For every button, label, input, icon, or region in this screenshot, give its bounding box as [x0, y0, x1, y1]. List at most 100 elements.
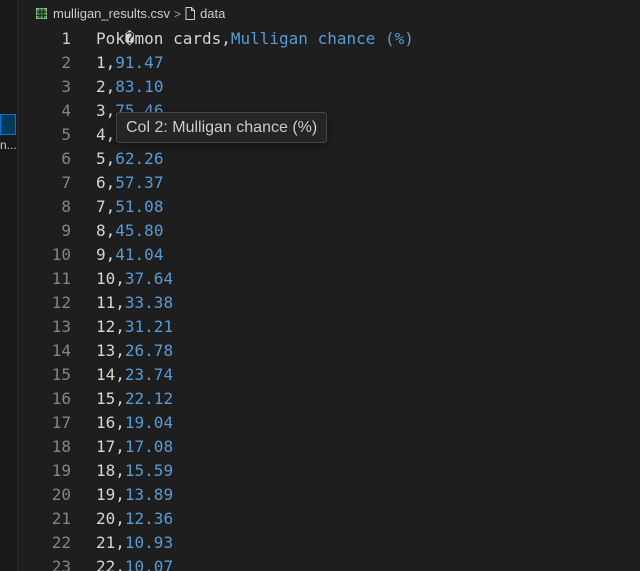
line-number: 13: [51, 316, 71, 336]
code-line[interactable]: 13 12,31.21: [18, 314, 640, 338]
code-line[interactable]: 2 1,91.47: [18, 50, 640, 74]
line-content[interactable]: 15,22.12: [96, 389, 173, 408]
csv-separator: ,: [115, 556, 125, 571]
line-content[interactable]: 5,62.26: [96, 149, 163, 168]
csv-column-2: 26.78: [124, 340, 174, 360]
csv-column-2: Mulligan chance (%): [230, 28, 414, 48]
code-line[interactable]: 19 18,15.59: [18, 458, 640, 482]
csv-column-1: 18: [96, 460, 116, 480]
csv-column-2: 45.80: [115, 220, 164, 240]
csv-column-1: 13: [96, 340, 116, 360]
editor-window: n... mulligan_results.csv > data 1 Pok�mo…: [0, 0, 640, 571]
line-content[interactable]: 11,33.38: [96, 293, 173, 312]
csv-separator: ,: [105, 196, 116, 216]
line-number: 4: [61, 100, 71, 120]
line-number: 15: [51, 364, 71, 384]
code-line[interactable]: 20 19,13.89: [18, 482, 640, 506]
code-line[interactable]: 16 15,22.12: [18, 386, 640, 410]
document-icon: [185, 7, 196, 20]
line-content[interactable]: 16,19.04: [96, 413, 173, 432]
csv-file-icon: [36, 8, 47, 19]
code-line[interactable]: 12 11,33.38: [18, 290, 640, 314]
code-line[interactable]: 21 20,12.36: [18, 506, 640, 530]
line-number: 6: [61, 148, 71, 168]
line-content[interactable]: 10,37.64: [96, 269, 173, 288]
code-line[interactable]: 14 13,26.78: [18, 338, 640, 362]
code-line[interactable]: 3 2,83.10: [18, 74, 640, 98]
csv-separator: ,: [221, 28, 231, 48]
csv-column-1: 4: [96, 124, 106, 144]
csv-separator: ,: [115, 412, 125, 432]
line-number: 14: [51, 340, 71, 360]
csv-separator: ,: [115, 532, 125, 552]
line-content[interactable]: 8,45.80: [96, 221, 163, 240]
line-content[interactable]: 2,83.10: [96, 77, 163, 96]
code-line[interactable]: 18 17,17.08: [18, 434, 640, 458]
csv-column-1: 2: [96, 76, 106, 96]
csv-column-1: 15: [96, 388, 116, 408]
csv-column-1: Pok�mon cards: [96, 28, 222, 48]
code-editor[interactable]: 1 Pok�mon cards,Mulligan chance (%) 2 1,91.…: [18, 27, 640, 571]
code-line[interactable]: 11 10,37.64: [18, 266, 640, 290]
tooltip-text: Col 2: Mulligan chance (%): [126, 118, 318, 136]
csv-column-2: 41.04: [115, 244, 164, 264]
line-number: 9: [61, 220, 71, 240]
code-line[interactable]: 17 16,19.04: [18, 410, 640, 434]
code-line[interactable]: 22 21,10.93: [18, 530, 640, 554]
line-content[interactable]: 19,13.89: [96, 485, 173, 504]
line-number: 22: [51, 532, 71, 552]
breadcrumb-file[interactable]: mulligan_results.csv: [53, 6, 170, 21]
csv-separator: ,: [115, 316, 125, 336]
csv-separator: ,: [105, 76, 116, 96]
code-line[interactable]: 9 8,45.80: [18, 218, 640, 242]
line-content[interactable]: 7,51.08: [96, 197, 163, 216]
line-number: 3: [61, 76, 71, 96]
code-line[interactable]: 8 7,51.08: [18, 194, 640, 218]
csv-column-2: 57.37: [115, 172, 164, 192]
csv-column-2: 19.04: [124, 412, 174, 432]
code-line[interactable]: 4 3,75.46: [18, 98, 640, 122]
line-content[interactable]: 4,: [96, 125, 115, 144]
line-number: 18: [51, 436, 71, 456]
line-content[interactable]: 12,31.21: [96, 317, 173, 336]
code-line[interactable]: 1 Pok�mon cards,Mulligan chance (%): [18, 26, 640, 50]
line-content[interactable]: 14,23.74: [96, 365, 173, 384]
breadcrumb-symbol[interactable]: data: [200, 6, 225, 21]
line-content[interactable]: 20,12.36: [96, 509, 173, 528]
csv-column-2: 91.47: [115, 52, 164, 72]
csv-column-1: 19: [96, 484, 116, 504]
line-number: 17: [51, 412, 71, 432]
code-line[interactable]: 7 6,57.37: [18, 170, 640, 194]
line-content[interactable]: 22,10.07: [96, 557, 173, 571]
csv-column-1: 6: [96, 172, 106, 192]
code-line[interactable]: 10 9,41.04: [18, 242, 640, 266]
side-bar-truncated-label[interactable]: n...: [0, 138, 17, 152]
code-line[interactable]: 15 14,23.74: [18, 362, 640, 386]
csv-column-2: 37.64: [124, 268, 174, 288]
line-content[interactable]: 17,17.08: [96, 437, 173, 456]
code-line[interactable]: 23 22,10.07: [18, 554, 640, 571]
breadcrumb-separator: >: [174, 6, 182, 21]
line-content[interactable]: 1,91.47: [96, 53, 163, 72]
line-content[interactable]: 13,26.78: [96, 341, 173, 360]
csv-separator: ,: [105, 100, 116, 120]
line-content[interactable]: 6,57.37: [96, 173, 163, 192]
csv-separator: ,: [115, 292, 125, 312]
csv-separator: ,: [115, 436, 125, 456]
csv-column-1: 20: [96, 508, 116, 528]
csv-separator: ,: [115, 340, 125, 360]
csv-separator: ,: [115, 268, 125, 288]
csv-column-1: 21: [96, 532, 116, 552]
code-line[interactable]: 5 4,: [18, 122, 640, 146]
csv-column-2: 83.10: [115, 76, 164, 96]
csv-column-1: 5: [96, 148, 106, 168]
line-content[interactable]: 21,10.93: [96, 533, 173, 552]
line-content[interactable]: 9,41.04: [96, 245, 163, 264]
code-line[interactable]: 6 5,62.26: [18, 146, 640, 170]
line-content[interactable]: Pok�mon cards,Mulligan chance (%): [96, 29, 414, 48]
line-number: 2: [61, 52, 71, 72]
line-number: 7: [61, 172, 71, 192]
csv-column-1: 11: [96, 292, 116, 312]
side-bar-selected-item[interactable]: [0, 114, 16, 135]
line-content[interactable]: 18,15.59: [96, 461, 173, 480]
